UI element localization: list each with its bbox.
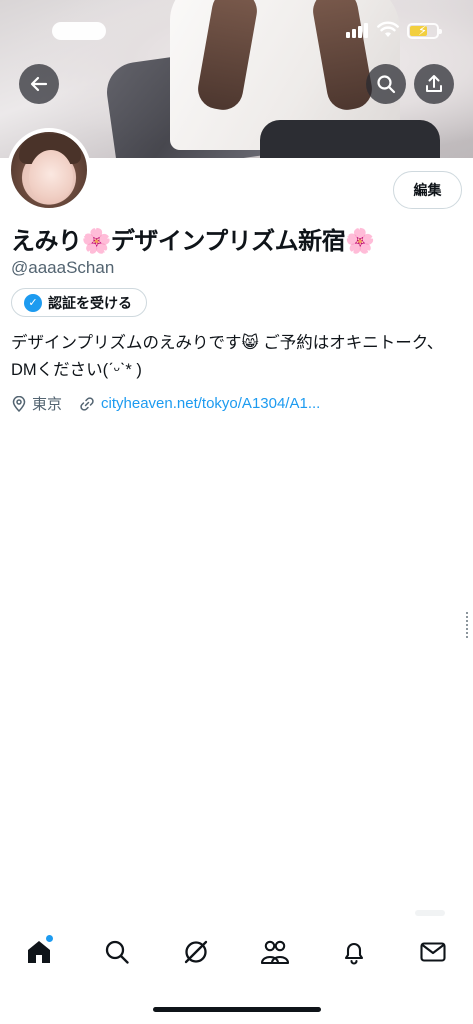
- notification-dot: [46, 935, 53, 942]
- search-icon: [105, 940, 129, 964]
- edit-profile-button[interactable]: 編集: [393, 171, 462, 209]
- status-bar: ⚡: [0, 0, 473, 60]
- tab-grok[interactable]: [176, 932, 216, 972]
- search-icon: [377, 75, 396, 94]
- back-arrow-icon: [30, 76, 48, 92]
- tab-home[interactable]: [19, 932, 59, 972]
- home-icon: [28, 941, 50, 963]
- bell-icon: [344, 942, 364, 965]
- share-button[interactable]: [414, 64, 454, 104]
- communities-icon: [260, 940, 290, 965]
- scroll-edge-marker: [466, 612, 472, 638]
- tab-search[interactable]: [97, 932, 137, 972]
- status-time-redacted: [52, 22, 106, 40]
- tab-messages[interactable]: [413, 932, 453, 972]
- profile-bio: デザインプリズムのえみりです😸 ご予約はオキニトーク、DMください(ˊᵕˋ* ): [11, 334, 444, 379]
- tab-communities[interactable]: [255, 932, 295, 972]
- location: 東京: [11, 393, 62, 414]
- home-indicator[interactable]: [153, 1007, 321, 1012]
- website-link[interactable]: cityheaven.net/tokyo/A1304/A1...: [79, 395, 320, 412]
- grok-icon: [184, 940, 208, 964]
- get-verified-label: 認証を受ける: [48, 294, 132, 311]
- share-icon: [426, 75, 442, 92]
- banner-shape: [260, 120, 440, 158]
- display-name: えみり🌸デザインプリズム新宿🌸: [11, 228, 375, 255]
- wifi-icon: [377, 21, 399, 37]
- bottom-tab-bar: [0, 918, 473, 988]
- tab-notifications[interactable]: [334, 932, 374, 972]
- location-text: 東京: [32, 396, 63, 413]
- profile-meta: 東京 cityheaven.net/tokyo/A1304/A1...: [11, 393, 320, 414]
- search-button[interactable]: [366, 64, 406, 104]
- location-pin-icon: [12, 395, 26, 412]
- verified-badge-icon: ✓: [24, 293, 42, 312]
- floating-button-edge: [415, 910, 445, 916]
- website-link-text[interactable]: cityheaven.net/tokyo/A1304/A1...: [101, 395, 320, 412]
- avatar[interactable]: [7, 128, 91, 212]
- back-button[interactable]: [19, 64, 59, 104]
- signal-icon: [346, 22, 370, 38]
- get-verified-button[interactable]: ✓ 認証を受ける: [11, 288, 147, 317]
- username-handle: @aaaaSchan: [11, 258, 115, 277]
- link-icon: [80, 396, 94, 411]
- battery-charging-icon: ⚡: [407, 23, 442, 39]
- mail-icon: [420, 942, 446, 962]
